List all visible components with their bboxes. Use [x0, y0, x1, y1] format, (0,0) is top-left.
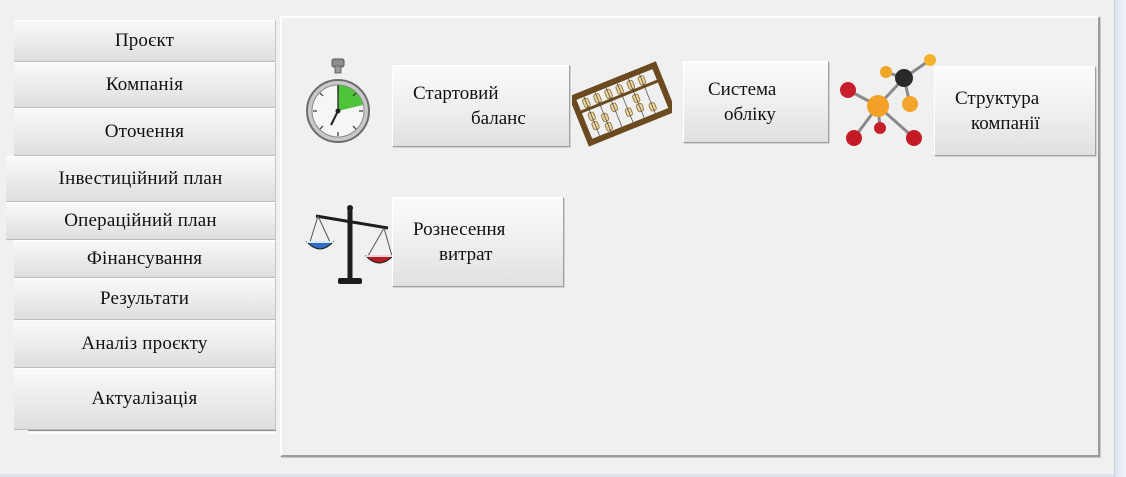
sidebar-item-project[interactable]: Проєкт	[14, 20, 276, 62]
starting-balance-button[interactable]: Стартовий баланс	[392, 65, 570, 147]
molecule-icon[interactable]	[838, 48, 938, 148]
sidebar-item-actualization[interactable]: Актуалізація	[14, 368, 276, 430]
company-structure-button[interactable]: Структура компанії	[934, 66, 1096, 156]
accounting-system-button[interactable]: Система обліку	[683, 61, 829, 143]
main-panel: Стартовий баланс Система обліку Структур…	[280, 16, 1100, 457]
cost-allocation-label-line2: витрат	[439, 244, 493, 265]
company-structure-label-line2: компанії	[971, 113, 1040, 134]
sidebar-item-project-analysis[interactable]: Аналіз проєкту	[14, 320, 276, 368]
app-window: Проєкт Компанія Оточення Інвестиційний п…	[0, 0, 1126, 477]
accounting-system-label-line1: Система	[708, 79, 777, 100]
sidebar-item-results[interactable]: Результати	[14, 278, 276, 320]
window-right-edge	[1114, 0, 1126, 477]
starting-balance-label-line1: Стартовий	[413, 83, 499, 104]
cost-allocation-label-line1: Рознесення	[413, 219, 506, 240]
stopwatch-icon[interactable]	[306, 55, 370, 151]
scales-icon[interactable]	[304, 198, 395, 290]
cost-allocation-button[interactable]: Рознесення витрат	[392, 197, 564, 287]
starting-balance-label-line2: баланс	[471, 108, 526, 129]
sidebar-item-environment[interactable]: Оточення	[14, 108, 276, 156]
abacus-icon[interactable]	[568, 58, 677, 148]
sidebar-item-investment-plan[interactable]: Інвестиційний план	[6, 156, 276, 202]
sidebar-item-financing[interactable]: Фінансування	[14, 240, 276, 278]
sidebar-divider	[28, 430, 276, 434]
company-structure-label-line1: Структура	[955, 88, 1040, 109]
accounting-system-label-line2: обліку	[724, 104, 776, 125]
sidebar-item-operating-plan[interactable]: Операційний план	[6, 202, 276, 240]
sidebar-item-company[interactable]: Компанія	[14, 62, 276, 108]
